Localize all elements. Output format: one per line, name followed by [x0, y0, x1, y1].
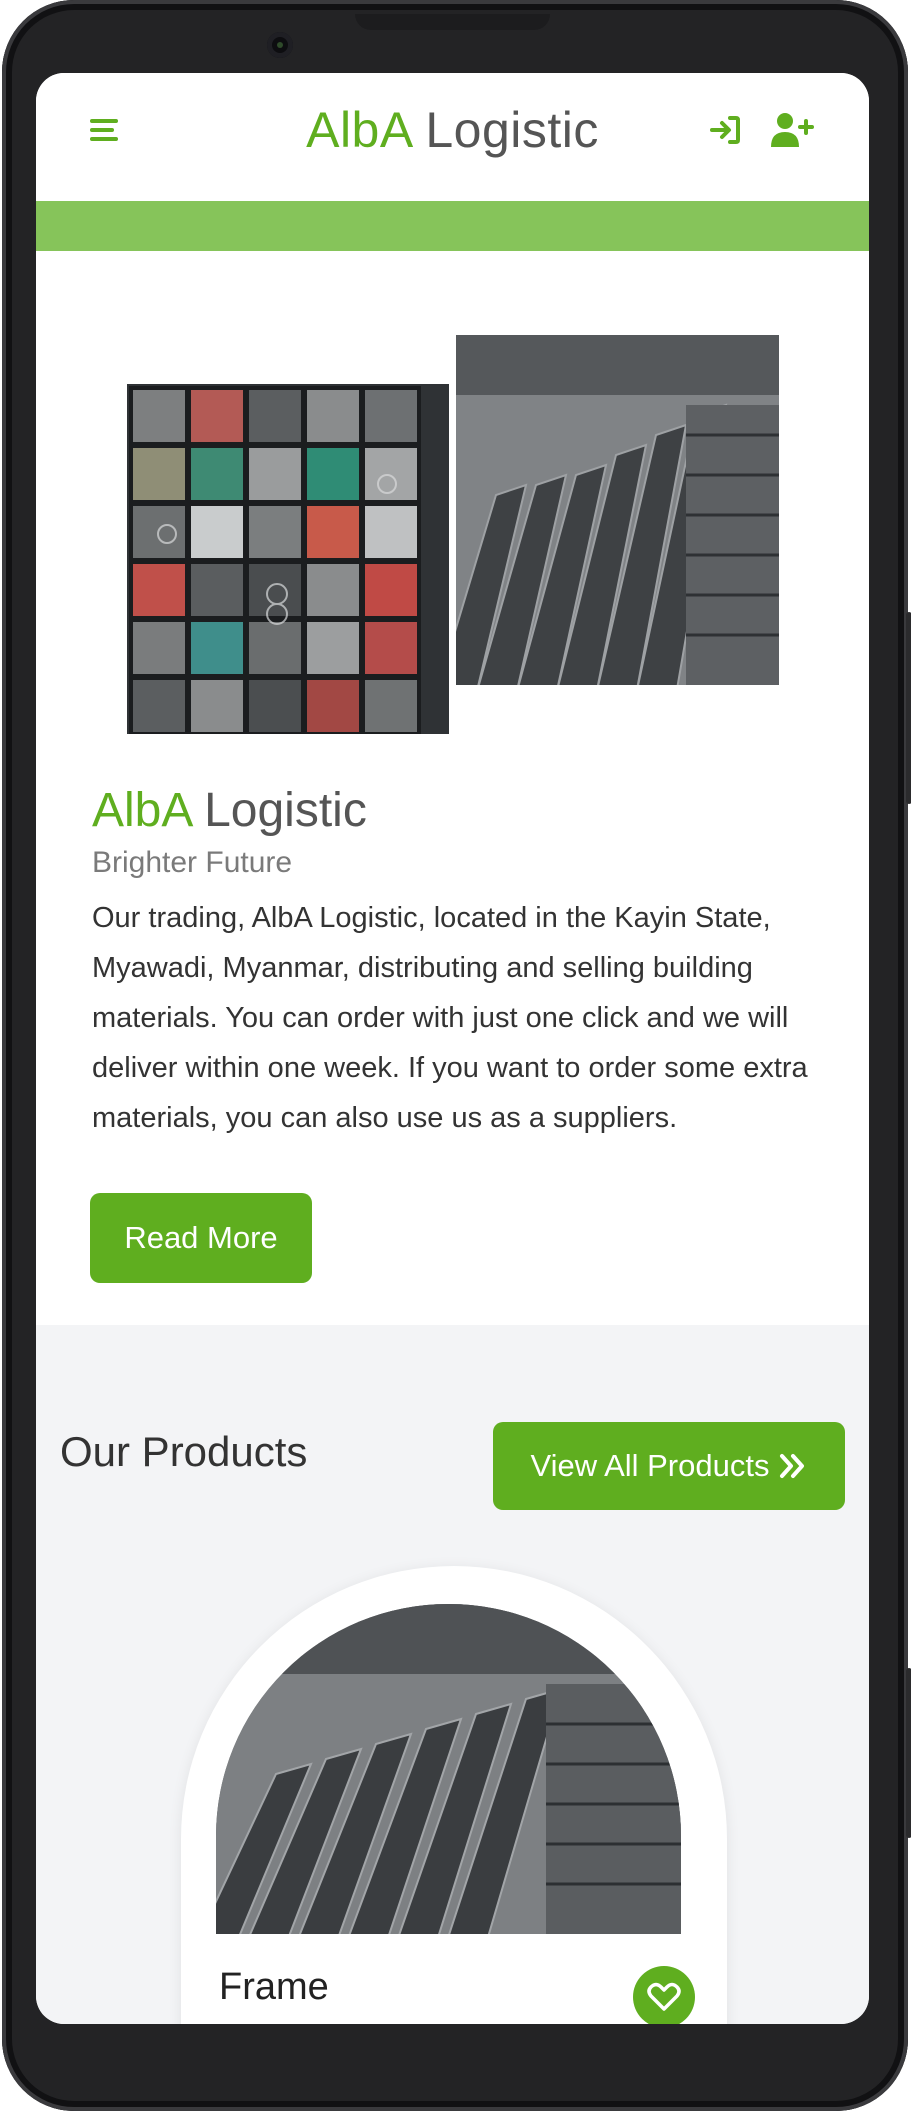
view-all-products-button[interactable]: View All Products: [493, 1422, 845, 1510]
about-title-part2: Logistic: [204, 784, 367, 837]
about-title-part1: AlbA: [92, 784, 191, 837]
add-user-icon[interactable]: [770, 111, 814, 149]
view-all-label: View All Products: [530, 1448, 770, 1483]
login-icon[interactable]: [708, 113, 742, 147]
brand-part1: AlbA: [306, 102, 411, 158]
steel-pipes-image: [127, 384, 449, 734]
about-description: Our trading, AlbA Logistic, located in t…: [92, 902, 808, 1134]
speaker-notch: [355, 14, 550, 30]
steel-angles-image: [456, 335, 779, 685]
product-name: Frame: [219, 1966, 329, 2008]
brand-part2: Logistic: [425, 102, 599, 158]
double-chevron-right-icon: [780, 1454, 805, 1478]
screen: AlbA Logistic AlbA Logistic Brighter Fut…: [36, 73, 869, 2024]
about-subtitle: Brighter Future: [92, 846, 293, 879]
brand-logo[interactable]: AlbA Logistic: [36, 101, 869, 159]
products-title: Our Products: [60, 1428, 308, 1475]
app-header: AlbA Logistic: [36, 73, 869, 193]
header-accent-bar: [36, 201, 869, 251]
front-camera: [267, 32, 293, 58]
read-more-button[interactable]: Read More: [90, 1193, 312, 1283]
favorite-button[interactable]: [633, 1966, 695, 2024]
about-title: AlbA Logistic: [92, 783, 367, 838]
phone-frame: AlbA Logistic AlbA Logistic Brighter Fut…: [0, 0, 911, 2115]
power-button: [906, 612, 911, 804]
heart-icon: [647, 1982, 681, 2011]
volume-button: [906, 1668, 911, 1838]
